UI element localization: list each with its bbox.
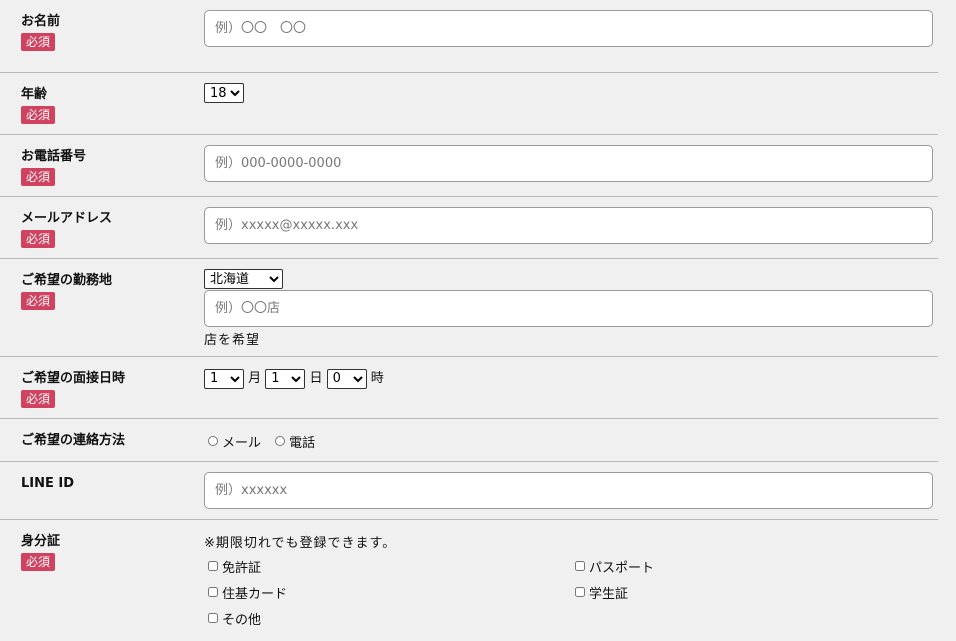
hour-unit: 時 xyxy=(370,371,384,386)
row-interview: ご希望の面接日時 必須 1 月 1 日 0 時 xyxy=(0,357,938,419)
id-document-label: 身分証 xyxy=(21,534,61,549)
required-badge: 必須 xyxy=(21,106,56,124)
age-label: 年齢 xyxy=(21,87,48,102)
phone-label: お電話番号 xyxy=(21,149,87,164)
contact-option-email[interactable]: メール xyxy=(204,436,261,451)
required-badge: 必須 xyxy=(21,230,56,248)
phone-radio[interactable] xyxy=(275,436,286,446)
required-badge: 必須 xyxy=(21,33,56,51)
checkbox-resident-card[interactable]: 住基カード xyxy=(204,583,571,602)
name-label: お名前 xyxy=(21,14,61,29)
license-checkbox[interactable] xyxy=(208,561,218,571)
other-checkbox[interactable] xyxy=(208,613,218,623)
age-select[interactable]: 18 xyxy=(204,83,244,103)
day-unit: 日 xyxy=(309,371,323,386)
contact-label: ご希望の連絡方法 xyxy=(21,433,126,448)
day-select[interactable]: 1 xyxy=(265,368,306,389)
store-suffix-text: 店を希望 xyxy=(204,333,261,348)
contact-option-phone[interactable]: 電話 xyxy=(271,436,315,451)
row-name: お名前 必須 xyxy=(0,0,938,73)
row-line-id: LINE ID xyxy=(0,462,938,520)
month-unit: 月 xyxy=(248,371,262,386)
required-badge: 必須 xyxy=(21,553,56,571)
email-radio[interactable] xyxy=(208,436,218,446)
required-badge: 必須 xyxy=(21,390,56,408)
row-id-document: 身分証 必須 ※期限切れでも登録できます。 免許証 パスポート 住基カード 学生… xyxy=(0,520,938,641)
prefecture-select[interactable]: 北海道 xyxy=(204,269,283,289)
resident-card-checkbox[interactable] xyxy=(208,587,218,597)
passport-checkbox[interactable] xyxy=(575,561,585,571)
work-location-label: ご希望の勤務地 xyxy=(21,273,113,288)
row-phone: お電話番号 必須 xyxy=(0,135,938,197)
name-input[interactable] xyxy=(204,10,933,47)
checkbox-license[interactable]: 免許証 xyxy=(204,557,571,576)
student-id-checkbox[interactable] xyxy=(575,587,585,597)
phone-input[interactable] xyxy=(204,145,933,182)
row-email: メールアドレス 必須 xyxy=(0,197,938,259)
application-form: お名前 必須 年齢 必須 18 お電話番号 必須 メールアドレス xyxy=(0,0,956,641)
month-select[interactable]: 1 xyxy=(204,368,244,389)
email-input[interactable] xyxy=(204,207,933,244)
line-id-input[interactable] xyxy=(204,472,933,509)
line-id-label: LINE ID xyxy=(21,476,75,491)
required-badge: 必須 xyxy=(21,168,56,186)
interview-label: ご希望の面接日時 xyxy=(21,371,126,386)
store-input[interactable] xyxy=(204,290,933,327)
row-age: 年齢 必須 18 xyxy=(0,73,938,135)
id-document-note: ※期限切れでも登録できます。 xyxy=(204,536,397,551)
required-badge: 必須 xyxy=(21,292,56,310)
email-label: メールアドレス xyxy=(21,211,113,226)
row-work-location: ご希望の勤務地 必須 北海道 店を希望 xyxy=(0,259,938,357)
row-contact: ご希望の連絡方法 メール 電話 xyxy=(0,419,938,462)
id-document-options: 免許証 パスポート 住基カード 学生証 その他 xyxy=(204,557,938,628)
checkbox-other[interactable]: その他 xyxy=(204,609,571,628)
checkbox-student-id[interactable]: 学生証 xyxy=(571,583,871,602)
hour-select[interactable]: 0 xyxy=(326,368,367,389)
checkbox-passport[interactable]: パスポート xyxy=(571,557,871,576)
